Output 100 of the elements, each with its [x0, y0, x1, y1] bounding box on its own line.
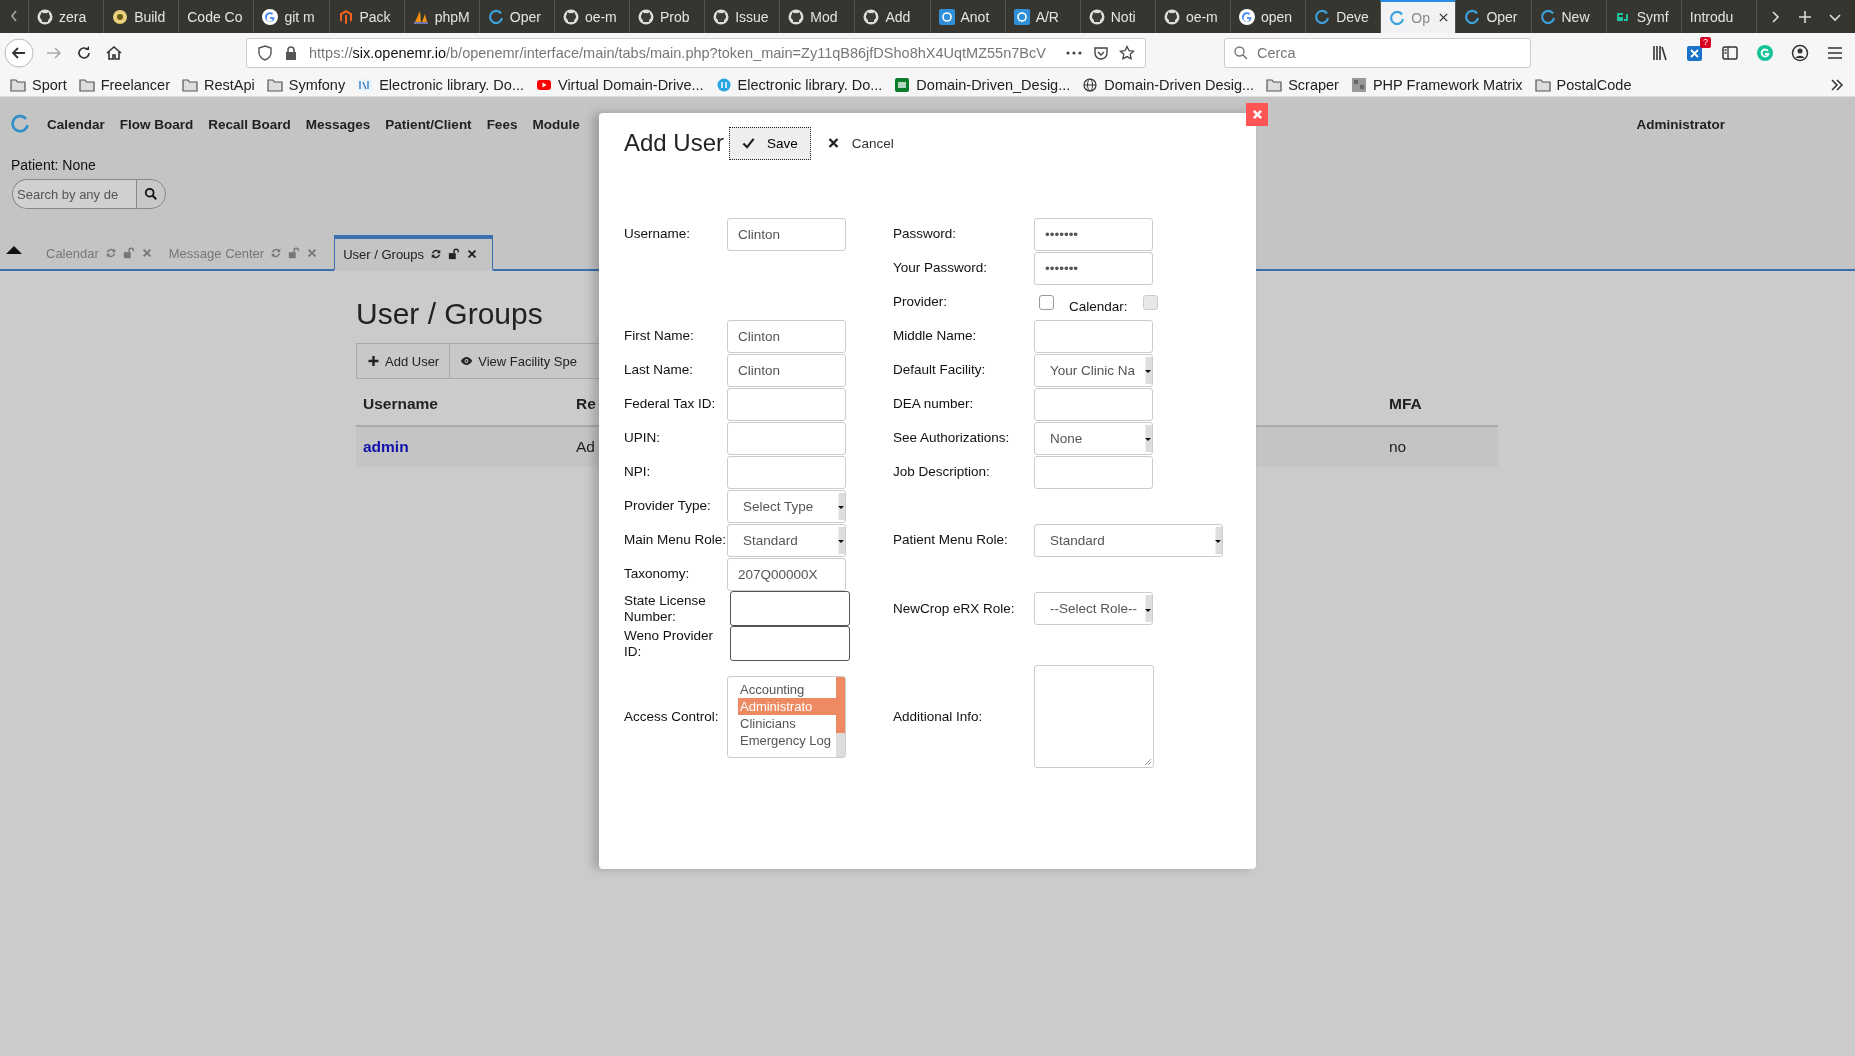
table-cell: Ad [576, 438, 595, 456]
bookmark[interactable]: Sport [10, 76, 67, 93]
bookmark[interactable]: Freelancer [78, 76, 170, 93]
username-link[interactable]: admin [363, 438, 409, 456]
list-option[interactable]: Clinicians [738, 714, 836, 732]
extension-icon[interactable] [1685, 43, 1705, 63]
add-user-button[interactable]: Add User [356, 343, 451, 379]
tab-title: phpM [434, 8, 470, 25]
text-field[interactable]: Clinton [727, 319, 846, 353]
list-option[interactable]: Emergency Log [738, 731, 836, 749]
search-button[interactable] [136, 179, 166, 209]
pocket-icon[interactable] [1093, 45, 1109, 61]
caret-icon [1145, 595, 1152, 622]
text-field[interactable]: 207Q00000X [727, 557, 846, 591]
tab-title: Issue [735, 8, 769, 25]
tab-title: Add [885, 8, 911, 25]
select-field[interactable]: Standard [1034, 523, 1223, 557]
bookmark[interactable]: Virtual Domain-Drive... [535, 76, 704, 93]
back-button[interactable] [4, 38, 34, 68]
collapse-icon[interactable] [6, 245, 22, 255]
cat-silhouette-icon [1163, 8, 1180, 25]
bookmark[interactable]: Domain-Driven_Desig... [894, 76, 1071, 93]
url-text: https://six.openemr.io/b/openemr/interface/main/tabs/main.php?token_main=Zy11qB86jfDSho8hX4UqtMZ55n7BcV [309, 45, 1047, 61]
patient-search-field[interactable]: Search by any de [12, 179, 136, 209]
app-tab[interactable]: User / Groups [334, 235, 494, 271]
ring-icon [1539, 8, 1556, 25]
tab-title: Symf [1636, 8, 1669, 25]
bookmark[interactable]: Electronic library. Do... [357, 76, 524, 93]
scroll-left-icon[interactable] [8, 8, 20, 24]
page-title: User / Groups [356, 297, 543, 331]
tab-title: Op [1411, 9, 1430, 26]
field-label: Main Menu Role: [624, 532, 727, 548]
list-option[interactable]: Accounting [738, 680, 836, 698]
bookmark[interactable]: RestApi [182, 76, 255, 93]
plus-icon [367, 355, 380, 367]
menu-item[interactable]: Patient/Client [385, 116, 472, 132]
field-label: Job Description: [893, 464, 991, 480]
text-field[interactable]: ••••••• [1034, 251, 1153, 285]
text-field[interactable]: ••••••• [1034, 217, 1153, 251]
scrollbar-thumb[interactable] [836, 676, 845, 733]
library-icon[interactable] [1650, 43, 1670, 63]
lock-icon[interactable] [448, 248, 461, 260]
menu-item[interactable]: Module [532, 116, 580, 132]
account-icon[interactable] [1790, 43, 1810, 63]
folder-icon [1534, 77, 1551, 92]
field-label: Patient Menu Role: [893, 532, 1009, 548]
ring-icon [1389, 9, 1406, 26]
tab-title: Introdu [1689, 8, 1734, 25]
refresh-icon[interactable] [430, 248, 443, 260]
field-label: First Name: [624, 328, 695, 344]
bookmark[interactable]: Electronic library. Do... [715, 76, 883, 93]
select-field[interactable]: Standard [727, 523, 846, 557]
menu-item[interactable]: Fees [486, 116, 518, 132]
close-icon[interactable] [1438, 12, 1450, 23]
hexagon-icon [337, 8, 354, 25]
google-g-icon [262, 8, 279, 25]
search-field[interactable]: Cerca [1224, 38, 1531, 68]
text-field[interactable] [730, 626, 850, 661]
tab-title: Mod [810, 8, 838, 25]
sidebar-icon[interactable] [1720, 43, 1740, 63]
select-field[interactable]: None [1034, 421, 1153, 455]
caret-icon [1145, 356, 1152, 384]
ring-icon [1013, 8, 1030, 25]
select-field[interactable]: Your Clinic Na [1034, 353, 1153, 387]
plus-icon[interactable] [1797, 8, 1813, 25]
bookmark[interactable]: PHP Framework Matrix [1350, 76, 1523, 93]
user-menu[interactable]: Administrator [1636, 116, 1725, 132]
bookmark[interactable]: Scraper [1266, 76, 1339, 93]
menu-item[interactable]: Flow Board [119, 116, 194, 132]
globe-icon [1082, 77, 1099, 92]
star-icon[interactable] [1119, 45, 1135, 61]
caret-icon [838, 492, 845, 520]
text-field[interactable]: Clinton [727, 217, 846, 251]
menu-item[interactable]: Messages [305, 116, 371, 132]
field-label: Middle Name: [893, 328, 978, 344]
home-icon[interactable] [104, 43, 124, 63]
menu-item[interactable]: Calendar [47, 116, 105, 132]
bookmark[interactable]: Domain-Driven Desig... [1082, 76, 1255, 93]
close-button[interactable] [1246, 103, 1268, 126]
tab-title: oe-m [584, 8, 617, 25]
save-button[interactable]: Save [729, 126, 811, 160]
bookmark[interactable]: PostalCode [1534, 76, 1632, 93]
resize-handle-icon[interactable] [1144, 758, 1152, 766]
menu-item[interactable]: Recall Board [208, 116, 291, 132]
select-field[interactable]: --Select Role-- [1034, 592, 1153, 625]
cancel-button[interactable]: Cancel [820, 134, 900, 152]
listbox[interactable]: Accounting Administrato Clinicians Emergency Log [727, 675, 846, 758]
close-icon[interactable] [466, 248, 479, 260]
address-bar[interactable]: https://six.openemr.io/b/openemr/interface/main/tabs/main.php?token_main=Zy11qB86jfDSho8hX4UqtMZ55n7BcV [246, 38, 1146, 68]
chevron-right-icon[interactable] [1829, 76, 1845, 93]
checkbox[interactable] [1039, 294, 1054, 310]
text-field[interactable]: Clinton [727, 353, 846, 387]
play-icon [535, 77, 552, 92]
more-icon[interactable] [1065, 50, 1083, 56]
field-label: Access Control: [624, 708, 720, 725]
field-label: Provider: [893, 294, 949, 310]
text-field[interactable] [730, 591, 850, 626]
search-icon [1233, 45, 1249, 61]
bookmark[interactable]: Symfony [266, 76, 346, 93]
select-field[interactable]: Select Type [727, 489, 846, 523]
